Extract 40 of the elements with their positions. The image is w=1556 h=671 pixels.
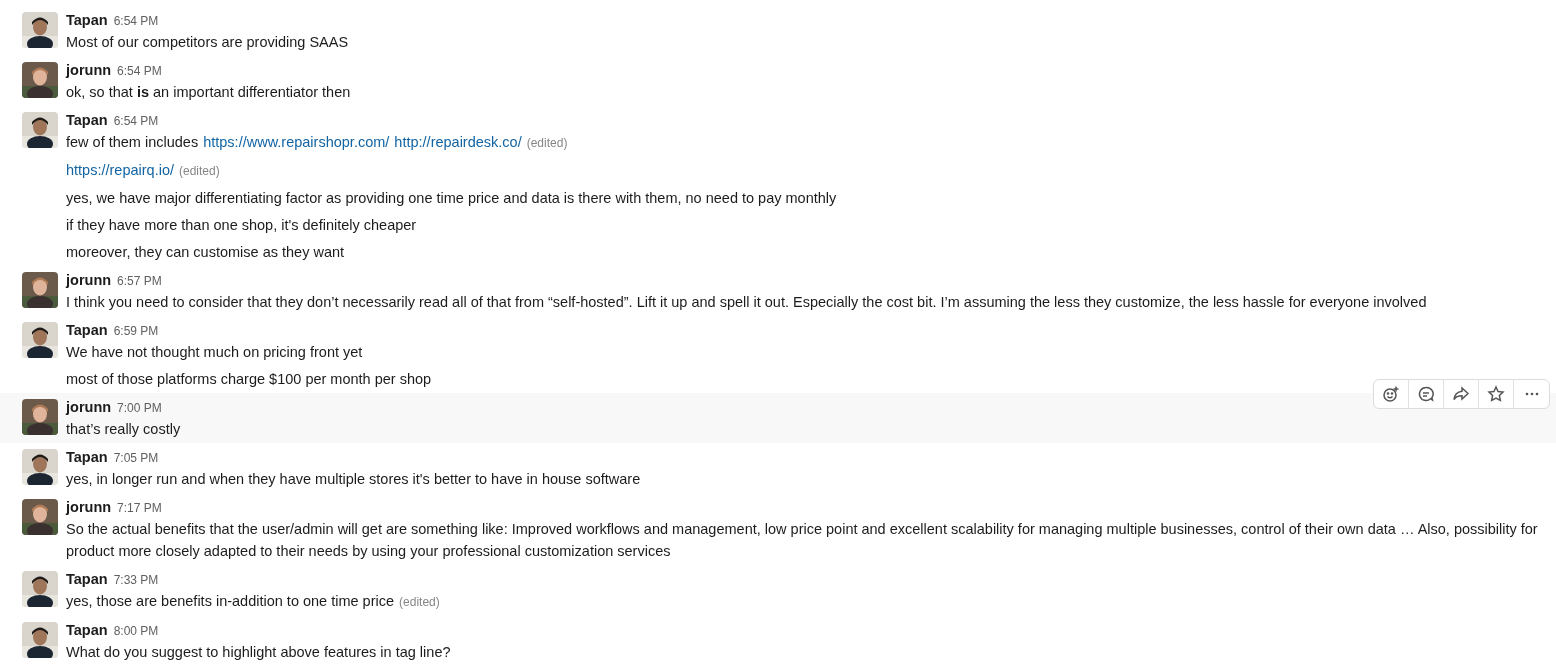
- author-name[interactable]: jorunn: [66, 59, 112, 81]
- timestamp[interactable]: 6:57 PM: [117, 270, 162, 292]
- timestamp[interactable]: 7:00 PM: [117, 397, 162, 419]
- message-text: yes, in longer run and when they have multiple stores it's better to have in house software: [66, 471, 641, 487]
- message-text: yes, we have major differentiating factor as providing one time price and data is there with them, no need to pay monthly: [66, 190, 837, 206]
- message-text: We have not thought much on pricing front yet: [66, 344, 363, 360]
- message-text: So the actual benefits that the user/admin will get are something like: Improved workflows and management, low price point and excellent scalability for managing multiple businesses, control of their own data … Also, possibility for product more closely adapted to their needs by using your professional customization services: [66, 521, 1538, 559]
- message-text: that’s really costly: [66, 421, 181, 437]
- timestamp[interactable]: 6:54 PM: [117, 60, 162, 82]
- edited-label: (edited): [399, 595, 440, 609]
- message-text: moreover, they can customise as they want: [66, 244, 345, 260]
- edited-label: (edited): [526, 136, 568, 150]
- author-name[interactable]: Tapan: [66, 619, 108, 641]
- message-text: few of them includes: [66, 134, 199, 150]
- message-text: I think you need to consider that they don’t necessarily read all of that from “self-hosted”. Lift it up and spell it out. Especially the cost bit. I’m assuming the less they customize, the less hassle for everyone involved: [66, 294, 1427, 310]
- message-text: if they have more than one shop, it's definitely cheaper: [66, 217, 417, 233]
- message-text: ok, so that is an important differentiator then: [66, 84, 351, 100]
- author-name[interactable]: jorunn: [66, 496, 112, 518]
- link[interactable]: https://repairq.io/: [66, 162, 174, 178]
- author-name[interactable]: Tapan: [66, 446, 108, 468]
- timestamp[interactable]: 7:17 PM: [117, 497, 162, 519]
- message-text: yes, those are benefits in-addition to one time price: [66, 593, 395, 609]
- author-name[interactable]: jorunn: [66, 396, 112, 418]
- timestamp[interactable]: 6:54 PM: [113, 110, 159, 132]
- author-name[interactable]: Tapan: [66, 319, 108, 341]
- link[interactable]: http://repairdesk.co/: [394, 134, 522, 150]
- edited-label: (edited): [179, 164, 220, 178]
- message-text: Most of our competitors are providing SAAS: [66, 34, 349, 50]
- timestamp[interactable]: 6:59 PM: [113, 320, 159, 342]
- link[interactable]: https://www.repairshopr.com/: [203, 134, 390, 150]
- timestamp[interactable]: 7:05 PM: [113, 447, 159, 469]
- timestamp[interactable]: 7:33 PM: [113, 569, 159, 591]
- timestamp[interactable]: 8:00 PM: [113, 620, 159, 642]
- message-text: most of those platforms charge $100 per month per shop: [66, 371, 432, 387]
- author-name[interactable]: Tapan: [66, 109, 108, 131]
- author-name[interactable]: jorunn: [66, 269, 112, 291]
- author-name[interactable]: Tapan: [66, 568, 108, 590]
- message-text: What do you suggest to highlight above features in tag line?: [66, 644, 451, 660]
- author-name[interactable]: Tapan: [66, 9, 108, 31]
- timestamp[interactable]: 6:54 PM: [113, 10, 159, 32]
